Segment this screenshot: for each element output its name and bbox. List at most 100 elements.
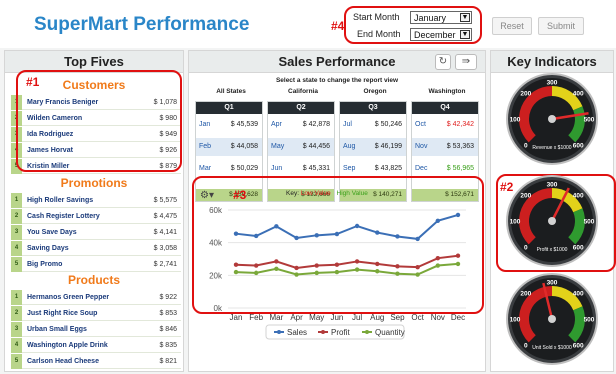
- products-heading: Products: [67, 273, 120, 287]
- data-point-quantity[interactable]: [354, 267, 360, 272]
- gauge-caption: Unit Sold x $1000: [532, 345, 572, 351]
- submit-button[interactable]: Submit: [538, 17, 584, 35]
- item-name: Hermanos Green Pepper: [27, 294, 110, 301]
- app-title: SuperMart Performance: [34, 14, 250, 35]
- data-point-profit[interactable]: [415, 264, 420, 270]
- month-amount: $ 56,965: [446, 165, 474, 172]
- table-row[interactable]: Jul $ 50,246: [340, 116, 406, 134]
- table-row[interactable]: Nov $ 53,363: [412, 138, 478, 156]
- data-point-sales[interactable]: [395, 234, 400, 239]
- data-point-profit[interactable]: [314, 263, 319, 268]
- data-point-quantity[interactable]: [253, 270, 259, 276]
- data-point-sales[interactable]: [334, 231, 340, 237]
- gauge-hub: [548, 217, 556, 225]
- list-item[interactable]: 2 Cash Register Lottery $ 4,475: [11, 209, 181, 224]
- end-month-select[interactable]: December ▼: [410, 28, 472, 41]
- data-point-sales[interactable]: [253, 233, 259, 239]
- x-tick-label: Apr: [290, 313, 303, 322]
- item-value: $ 5,575: [153, 197, 177, 204]
- table-row[interactable]: Oct $ 42,342: [412, 116, 478, 134]
- list-item[interactable]: 4 Washington Apple Drink $ 835: [11, 338, 181, 353]
- gauge-caption: Revenue x $1000: [532, 145, 571, 151]
- list-item[interactable]: 1 Hermanos Green Pepper $ 922: [11, 290, 181, 305]
- month-label: Oct: [415, 121, 426, 128]
- data-point-profit[interactable]: [294, 265, 299, 271]
- data-point-profit[interactable]: [233, 262, 239, 267]
- list-item[interactable]: 5 Carlson Head Cheese $ 821: [11, 354, 181, 369]
- gauge-3: 0 100 200 300 400 500 600Unit Sold x $1000: [506, 273, 598, 365]
- item-value: $ 821: [159, 358, 177, 365]
- series-line-sales: [235, 213, 459, 240]
- series-line-profit: [235, 254, 459, 270]
- y-tick-label: 20k: [209, 271, 223, 280]
- data-point-quantity[interactable]: [294, 272, 299, 277]
- table-row[interactable]: Jan $ 45,539: [196, 116, 262, 134]
- data-point-quantity[interactable]: [395, 271, 400, 276]
- data-point-sales[interactable]: [455, 212, 461, 218]
- data-point-profit[interactable]: [354, 259, 360, 264]
- data-point-sales[interactable]: [274, 224, 279, 229]
- data-point-profit[interactable]: [274, 259, 279, 264]
- list-item[interactable]: 5 Big Promo $ 2,741: [11, 257, 181, 272]
- data-point-sales[interactable]: [415, 236, 420, 242]
- item-value: $ 922: [159, 294, 177, 301]
- data-point-quantity[interactable]: [415, 272, 420, 277]
- data-point-quantity[interactable]: [455, 261, 461, 267]
- gauge-tick-label: 600: [573, 343, 584, 350]
- list-item[interactable]: 1 High Roller Savings $ 5,575: [11, 193, 181, 208]
- legend-label: Profit: [331, 328, 350, 337]
- item-name: Saving Days: [27, 245, 69, 252]
- state-option[interactable]: All States: [197, 88, 265, 95]
- state-option[interactable]: Washington: [413, 88, 481, 95]
- table-row[interactable]: Apr $ 42,878: [268, 116, 334, 134]
- table-row[interactable]: May $ 44,456: [268, 138, 334, 156]
- data-point-sales[interactable]: [233, 231, 239, 236]
- gauge-tick-label: 300: [547, 182, 558, 189]
- series-line-quantity: [235, 262, 459, 276]
- data-point-quantity[interactable]: [314, 270, 319, 276]
- table-row[interactable]: Aug $ 46,199: [340, 138, 406, 156]
- export-icon[interactable]: ⇛: [455, 54, 477, 70]
- table-row[interactable]: Feb $ 44,058: [196, 138, 262, 156]
- key-label: Key:: [286, 190, 300, 197]
- list-item[interactable]: 2 Just Right Rice Soup $ 853: [11, 306, 181, 321]
- quarter-header: Q4: [412, 102, 478, 114]
- key-indicators-title: Key Indicators: [491, 51, 613, 73]
- list-item[interactable]: 4 Saving Days $ 3,058: [11, 241, 181, 256]
- list-item[interactable]: 3 Urban Small Eggs $ 846: [11, 322, 181, 337]
- y-tick-label: 60k: [209, 206, 223, 215]
- data-point-profit[interactable]: [395, 264, 400, 269]
- data-point-sales[interactable]: [435, 218, 441, 223]
- reset-button[interactable]: Reset: [492, 17, 532, 35]
- list-item[interactable]: 3 You Save Days $ 4,141: [11, 225, 181, 240]
- gauge-tick-label: 600: [573, 143, 584, 150]
- data-point-profit[interactable]: [375, 261, 380, 267]
- refresh-icon[interactable]: ↻: [435, 54, 451, 70]
- data-point-profit[interactable]: [435, 255, 441, 261]
- month-amount: $ 53,363: [446, 143, 474, 150]
- data-point-sales[interactable]: [354, 223, 360, 229]
- data-point-sales[interactable]: [294, 235, 299, 241]
- data-point-profit[interactable]: [253, 263, 259, 268]
- data-point-quantity[interactable]: [334, 269, 340, 275]
- gauge-tick-label: 200: [520, 290, 531, 297]
- legend-label: Sales: [287, 328, 307, 337]
- data-point-profit[interactable]: [334, 262, 340, 267]
- rank-badge: 5: [11, 257, 22, 272]
- data-point-quantity[interactable]: [435, 263, 441, 268]
- data-point-quantity[interactable]: [375, 269, 380, 274]
- month-amount: $ 44,456: [302, 143, 330, 150]
- data-point-sales[interactable]: [375, 230, 380, 235]
- item-name: You Save Days: [27, 229, 77, 236]
- month-label: Jan: [199, 121, 211, 128]
- data-point-profit[interactable]: [455, 253, 461, 258]
- state-option[interactable]: Oregon: [341, 88, 409, 95]
- month-label: Jul: [343, 121, 352, 128]
- x-tick-label: Mar: [269, 313, 283, 322]
- start-month-select[interactable]: January ▼: [410, 11, 472, 24]
- data-point-quantity[interactable]: [233, 269, 239, 275]
- data-point-sales[interactable]: [314, 233, 319, 238]
- y-tick-label: 40k: [209, 239, 223, 248]
- state-option[interactable]: California: [269, 88, 337, 95]
- data-point-quantity[interactable]: [274, 266, 279, 271]
